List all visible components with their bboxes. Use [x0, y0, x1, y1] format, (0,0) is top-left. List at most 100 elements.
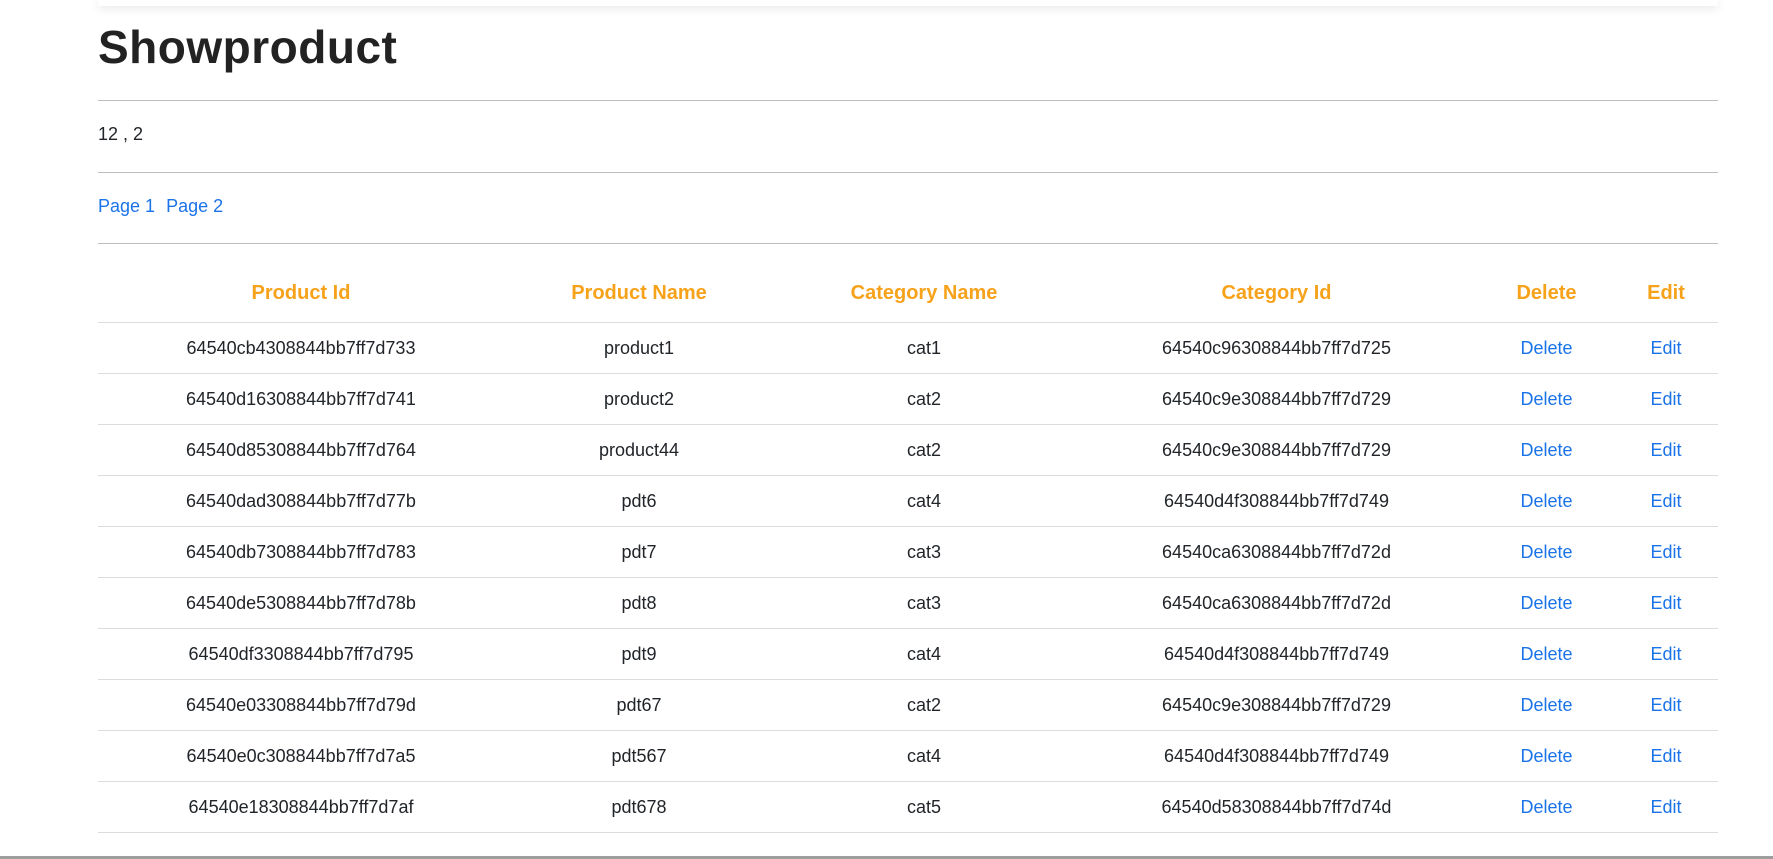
cell-category-name: cat2: [774, 424, 1074, 476]
header-delete: Delete: [1479, 265, 1614, 323]
edit-link[interactable]: Edit: [1650, 695, 1681, 715]
cell-category-name: cat2: [774, 373, 1074, 425]
edit-link[interactable]: Edit: [1650, 491, 1681, 511]
cell-category-id: 64540ca6308844bb7ff7d72d: [1074, 526, 1479, 578]
header-product-id: Product Id: [98, 265, 504, 323]
cell-product-id: 64540d85308844bb7ff7d764: [98, 424, 504, 476]
cell-edit: Edit: [1614, 526, 1718, 578]
table-row: 64540db7308844bb7ff7d783 pdt7 cat3 64540…: [98, 526, 1718, 578]
divider-2: [98, 172, 1718, 173]
divider-3: [98, 243, 1718, 244]
delete-link[interactable]: Delete: [1520, 491, 1572, 511]
cell-product-id: 64540e03308844bb7ff7d79d: [98, 679, 504, 731]
header-product-name: Product Name: [504, 265, 774, 323]
edit-link[interactable]: Edit: [1650, 389, 1681, 409]
cell-category-id: 64540c9e308844bb7ff7d729: [1074, 424, 1479, 476]
product-count-text: 12 , 2: [98, 124, 144, 144]
edit-link[interactable]: Edit: [1650, 593, 1681, 613]
delete-link[interactable]: Delete: [1520, 797, 1572, 817]
header-category-id: Category Id: [1074, 265, 1479, 323]
table-row: 64540e03308844bb7ff7d79d pdt67 cat2 6454…: [98, 679, 1718, 731]
header-edit: Edit: [1614, 265, 1718, 323]
table-body: 64540cb4308844bb7ff7d733 product1 cat1 6…: [98, 322, 1718, 833]
table-row: 64540d16308844bb7ff7d741 product2 cat2 6…: [98, 373, 1718, 425]
delete-link[interactable]: Delete: [1520, 593, 1572, 613]
cell-product-name: pdt9: [504, 628, 774, 680]
cell-edit: Edit: [1614, 628, 1718, 680]
cell-edit: Edit: [1614, 679, 1718, 731]
cell-product-name: pdt67: [504, 679, 774, 731]
cell-product-name: pdt567: [504, 730, 774, 782]
delete-link[interactable]: Delete: [1520, 440, 1572, 460]
cell-product-id: 64540d16308844bb7ff7d741: [98, 373, 504, 425]
edit-link[interactable]: Edit: [1650, 338, 1681, 358]
table-row: 64540d85308844bb7ff7d764 product44 cat2 …: [98, 424, 1718, 476]
cell-product-name: product1: [504, 322, 774, 374]
table-row: 64540e18308844bb7ff7d7af pdt678 cat5 645…: [98, 781, 1718, 833]
edit-link[interactable]: Edit: [1650, 440, 1681, 460]
delete-link[interactable]: Delete: [1520, 644, 1572, 664]
products-table: Product Id Product Name Category Name Ca…: [98, 265, 1718, 833]
cell-category-name: cat1: [774, 322, 1074, 374]
delete-link[interactable]: Delete: [1520, 389, 1572, 409]
delete-link[interactable]: Delete: [1520, 542, 1572, 562]
cell-delete: Delete: [1479, 679, 1614, 731]
cell-product-name: product44: [504, 424, 774, 476]
cell-category-id: 64540d4f308844bb7ff7d749: [1074, 475, 1479, 527]
cell-delete: Delete: [1479, 730, 1614, 782]
cell-delete: Delete: [1479, 322, 1614, 374]
top-navbar-shadow: [98, 0, 1718, 6]
cell-edit: Edit: [1614, 577, 1718, 629]
page-2-link[interactable]: Page 2: [166, 196, 223, 216]
delete-link[interactable]: Delete: [1520, 746, 1572, 766]
cell-delete: Delete: [1479, 781, 1614, 833]
edit-link[interactable]: Edit: [1650, 542, 1681, 562]
cell-edit: Edit: [1614, 322, 1718, 374]
cell-category-id: 64540d4f308844bb7ff7d749: [1074, 730, 1479, 782]
cell-edit: Edit: [1614, 373, 1718, 425]
cell-delete: Delete: [1479, 475, 1614, 527]
cell-product-name: pdt7: [504, 526, 774, 578]
edit-link[interactable]: Edit: [1650, 797, 1681, 817]
cell-category-name: cat4: [774, 628, 1074, 680]
edit-link[interactable]: Edit: [1650, 644, 1681, 664]
table-header-row: Product Id Product Name Category Name Ca…: [98, 265, 1718, 323]
cell-product-name: pdt678: [504, 781, 774, 833]
cell-delete: Delete: [1479, 628, 1614, 680]
cell-edit: Edit: [1614, 475, 1718, 527]
cell-delete: Delete: [1479, 373, 1614, 425]
table-row: 64540dad308844bb7ff7d77b pdt6 cat4 64540…: [98, 475, 1718, 527]
cell-category-name: cat4: [774, 475, 1074, 527]
edit-link[interactable]: Edit: [1650, 746, 1681, 766]
cell-edit: Edit: [1614, 781, 1718, 833]
cell-category-id: 64540d58308844bb7ff7d74d: [1074, 781, 1479, 833]
cell-category-id: 64540ca6308844bb7ff7d72d: [1074, 577, 1479, 629]
cell-product-id: 64540dad308844bb7ff7d77b: [98, 475, 504, 527]
cell-product-id: 64540e18308844bb7ff7d7af: [98, 781, 504, 833]
cell-category-name: cat3: [774, 577, 1074, 629]
table-row: 64540cb4308844bb7ff7d733 product1 cat1 6…: [98, 322, 1718, 374]
cell-edit: Edit: [1614, 730, 1718, 782]
cell-product-name: product2: [504, 373, 774, 425]
delete-link[interactable]: Delete: [1520, 338, 1572, 358]
cell-delete: Delete: [1479, 424, 1614, 476]
cell-category-name: cat2: [774, 679, 1074, 731]
cell-delete: Delete: [1479, 577, 1614, 629]
table-row: 64540e0c308844bb7ff7d7a5 pdt567 cat4 645…: [98, 730, 1718, 782]
cell-category-name: cat4: [774, 730, 1074, 782]
page-1-link[interactable]: Page 1: [98, 196, 155, 216]
table-row: 64540df3308844bb7ff7d795 pdt9 cat4 64540…: [98, 628, 1718, 680]
pagination: Page 1 Page 2: [98, 196, 229, 217]
cell-product-id: 64540df3308844bb7ff7d795: [98, 628, 504, 680]
cell-product-id: 64540db7308844bb7ff7d783: [98, 526, 504, 578]
cell-product-name: pdt8: [504, 577, 774, 629]
page-title: Showproduct: [98, 21, 398, 73]
header-category-name: Category Name: [774, 265, 1074, 323]
cell-edit: Edit: [1614, 424, 1718, 476]
cell-category-id: 64540c9e308844bb7ff7d729: [1074, 373, 1479, 425]
cell-product-id: 64540cb4308844bb7ff7d733: [98, 322, 504, 374]
cell-category-id: 64540c96308844bb7ff7d725: [1074, 322, 1479, 374]
cell-category-id: 64540c9e308844bb7ff7d729: [1074, 679, 1479, 731]
cell-product-id: 64540e0c308844bb7ff7d7a5: [98, 730, 504, 782]
delete-link[interactable]: Delete: [1520, 695, 1572, 715]
